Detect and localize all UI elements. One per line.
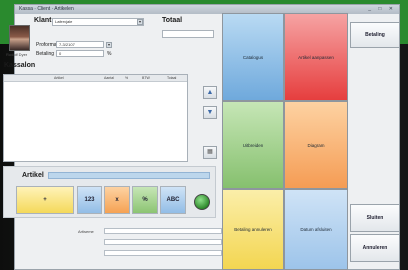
tile-uitbreiden[interactable]: Uitbreiden [222,101,284,189]
betaling-button[interactable]: Betaling [350,22,400,48]
bottom-line-3[interactable] [104,250,222,256]
bottom-field-label: Artiseme [78,229,94,234]
window-title: Kassa · Client · Artikelen [19,6,74,12]
payment-unit: % [107,51,112,57]
proforma-dropdown-icon[interactable]: ▾ [106,42,112,48]
transactions-label: Kassalon [4,62,36,69]
customer-label: Klant [34,17,52,24]
key-123[interactable]: 123 [77,186,102,214]
tile-catalogus[interactable]: Catalogus [222,13,284,101]
total-field [162,30,214,38]
key-abc[interactable]: ABC [160,186,186,214]
artikel-input[interactable] [48,172,210,179]
col-btw[interactable]: BTW [142,75,150,81]
col-percent[interactable]: % [125,75,128,81]
total-label: Totaal [162,17,183,24]
artikel-label: Artikel [22,172,44,179]
payment-label: Betaling [36,51,55,57]
col-aantal[interactable]: Aantal [104,75,114,81]
proforma-label: Proforma [36,42,57,48]
annuleren-button[interactable]: Annuleren [350,234,400,262]
payment-field[interactable]: 0 [56,50,104,57]
customer-field[interactable]: Lafervjale [52,18,144,26]
tile-betaling-annuleren[interactable]: Betaling annuleren [222,189,284,270]
sluiten-button[interactable]: Sluiten [350,204,400,232]
transactions-list[interactable]: Artikel Aantal % BTW Totaal [3,74,188,162]
bottom-line-2[interactable] [104,239,222,245]
down-arrow-icon[interactable]: ▼ [203,106,217,119]
key-percent[interactable]: % [132,186,158,214]
calculator-icon[interactable]: ▦ [203,146,217,159]
bottom-line-1[interactable] [104,228,222,234]
avatar-caption: Rudolf Dyer [6,52,28,57]
customer-avatar [9,25,30,51]
col-totaal[interactable]: Totaal [167,75,176,81]
list-header: Artikel Aantal % BTW Totaal [4,75,187,82]
up-arrow-icon[interactable]: ▲ [203,86,217,99]
col-artikel[interactable]: Artikel [54,75,64,81]
tile-datum-afsluiten[interactable]: Datum afsluiten [284,189,348,270]
tile-diagram[interactable]: Diagram [284,101,348,189]
window-controls[interactable]: _ □ ✕ [368,6,396,13]
go-icon[interactable] [194,194,210,210]
key-multiply[interactable]: x [104,186,130,214]
customer-dropdown-icon[interactable]: ▾ [137,19,143,25]
key-plus[interactable]: + [16,186,74,214]
tile-artikel-aanpassen[interactable]: Artikel aanpassen [284,13,348,101]
proforma-field[interactable]: 7-3/2107 [56,41,104,48]
